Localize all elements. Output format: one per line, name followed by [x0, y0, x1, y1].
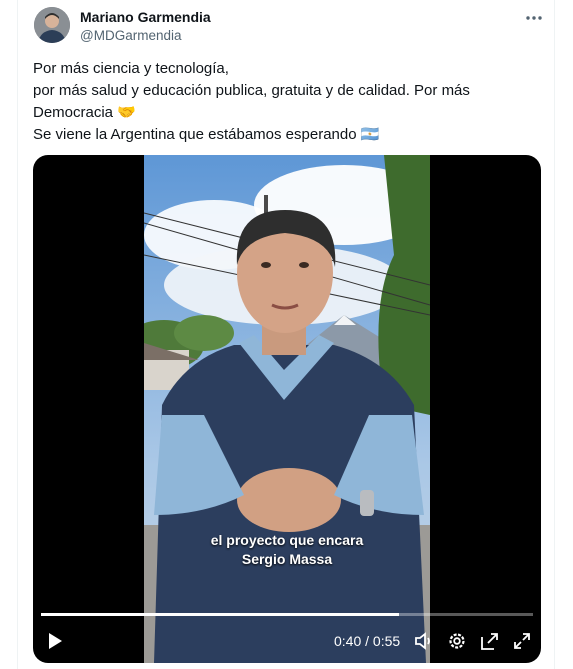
tweet-text: Por más ciencia y tecnología, por más sa… — [33, 58, 533, 146]
video-time: 0:40 / 0:55 — [334, 633, 401, 649]
tweet-text-line: Democracia 🤝 — [33, 104, 136, 121]
pip-icon[interactable] — [479, 630, 501, 652]
video-progress-bar[interactable] — [41, 613, 533, 616]
tweet-text-line: Por más ciencia y tecnología, — [33, 60, 229, 77]
author-name[interactable]: Mariano Garmendia — [80, 9, 211, 25]
avatar[interactable] — [34, 7, 70, 43]
author-handle[interactable]: @MDGarmendia — [80, 28, 181, 43]
caption-line: Sergio Massa — [241, 551, 333, 567]
video-frame[interactable]: el proyecto que encara Sergio Massa — [144, 155, 430, 663]
settings-icon[interactable] — [446, 630, 468, 652]
tweet-text-line: por más salud y educación publica, gratu… — [33, 82, 470, 99]
caption-line: el proyecto que encara — [210, 532, 364, 548]
video-controls: 0:40 / 0:55 — [33, 625, 541, 655]
tweet-text-line: Se viene la Argentina que estábamos espe… — [33, 126, 380, 143]
video-player[interactable]: el proyecto que encara Sergio Massa 0:40… — [33, 155, 541, 663]
volume-icon[interactable] — [413, 630, 435, 652]
fullscreen-icon[interactable] — [511, 630, 533, 652]
play-icon[interactable] — [43, 630, 65, 652]
more-icon[interactable] — [522, 8, 546, 28]
video-progress-fill — [41, 613, 399, 616]
video-caption: el proyecto que encara Sergio Massa — [144, 531, 430, 569]
